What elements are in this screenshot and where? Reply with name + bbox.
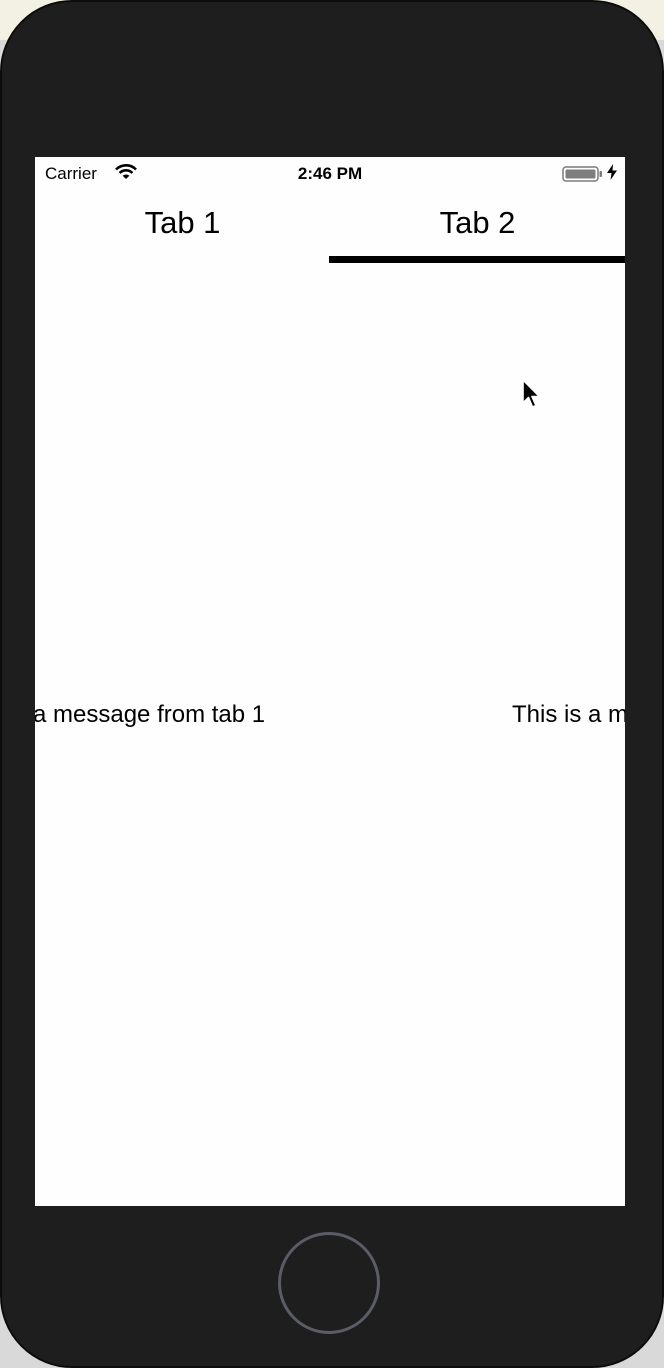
- status-bar: Carrier 2:46 PM: [35, 157, 625, 191]
- tab-1[interactable]: Tab 1: [35, 205, 330, 241]
- status-time: 2:46 PM: [297, 164, 363, 183]
- battery-charging-icon: [562, 165, 604, 188]
- tab-1-message: This is a message from tab 1: [35, 701, 266, 728]
- home-button[interactable]: [278, 1232, 380, 1334]
- selected-tab-indicator: [329, 256, 625, 263]
- tab-2[interactable]: Tab 2: [330, 205, 625, 241]
- mouse-cursor-icon: [522, 379, 542, 418]
- tab-2-message: This is a message from tab 2: [512, 701, 625, 728]
- charging-bolt-icon: [607, 164, 617, 183]
- device-screen: Carrier 2:46 PM Tab 1 Tab 2 This is a me…: [35, 157, 625, 1206]
